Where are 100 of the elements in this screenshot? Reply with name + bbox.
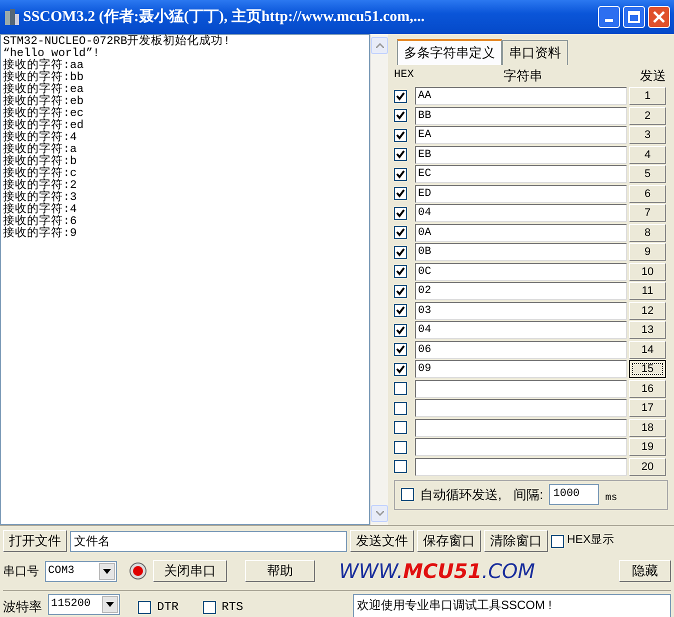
filename-field[interactable]: 文件名: [70, 530, 347, 552]
send-button[interactable]: 4: [629, 146, 666, 164]
checkbox[interactable]: [551, 534, 564, 548]
string-field[interactable]: AA: [415, 87, 627, 106]
string-field[interactable]: 0C: [415, 262, 627, 281]
string-field[interactable]: ED: [415, 184, 627, 203]
checkbox[interactable]: [401, 488, 414, 501]
checkbox[interactable]: [394, 402, 407, 415]
send-button[interactable]: 1: [629, 87, 666, 106]
send-button[interactable]: 13: [629, 321, 666, 340]
caret-icon: [103, 568, 111, 574]
string-field[interactable]: [415, 438, 627, 456]
hide-button[interactable]: 隐藏: [619, 560, 671, 582]
string-field[interactable]: 04: [415, 204, 627, 222]
baud-label: 波特率: [3, 598, 42, 616]
string-field[interactable]: EC: [415, 165, 627, 184]
checkbox[interactable]: [138, 600, 151, 614]
string-field[interactable]: [415, 418, 627, 437]
string-field[interactable]: BB: [415, 106, 627, 125]
toolbar-button[interactable]: 清除窗口: [484, 530, 548, 552]
checkbox[interactable]: [394, 226, 407, 240]
send-button[interactable]: 9: [629, 243, 666, 262]
string-field[interactable]: 09: [415, 360, 627, 378]
message-box: 欢迎使用专业串口调试工具SSCOM !: [353, 594, 671, 617]
string-field[interactable]: [415, 399, 627, 418]
string-field[interactable]: [415, 458, 627, 476]
send-button[interactable]: 6: [629, 184, 666, 203]
website-logo: WWW.MCU51.COM: [339, 558, 536, 585]
send-button[interactable]: 18: [629, 418, 666, 437]
string-field[interactable]: 03: [415, 302, 627, 320]
toolbar-button[interactable]: 发送文件: [350, 530, 414, 552]
checkbox[interactable]: [394, 421, 407, 434]
string-field[interactable]: 0A: [415, 224, 627, 242]
interval-field[interactable]: 1000: [549, 484, 600, 505]
checkbox[interactable]: [394, 90, 407, 103]
port-dropdown[interactable]: COM3: [45, 560, 117, 582]
checkbox[interactable]: [394, 265, 407, 278]
send-button[interactable]: 7: [629, 204, 666, 222]
chevron-down-icon: [376, 511, 384, 516]
checkbox[interactable]: [394, 128, 407, 142]
maximize-icon: [628, 11, 640, 23]
string-field[interactable]: 04: [415, 321, 627, 340]
checkbox[interactable]: [394, 109, 407, 122]
string-field[interactable]: 02: [415, 282, 627, 300]
send-button[interactable]: 19: [629, 438, 666, 456]
send-button[interactable]: 8: [629, 224, 666, 242]
maximize-button[interactable]: [623, 6, 645, 28]
tab[interactable]: 串口资料: [502, 40, 568, 64]
send-button[interactable]: 15: [629, 360, 666, 378]
string-field[interactable]: 06: [415, 340, 627, 359]
close-icon: [653, 11, 665, 23]
checkbox-label: DTR: [157, 599, 179, 616]
column-header: HEX: [394, 68, 415, 84]
checkbox[interactable]: [394, 460, 407, 474]
send-button[interactable]: 12: [629, 302, 666, 320]
checkbox[interactable]: [394, 246, 407, 259]
send-button[interactable]: 3: [629, 126, 666, 144]
chevron-up-icon: [376, 43, 384, 48]
column-header: 字符串: [502, 66, 544, 85]
checkbox[interactable]: [394, 382, 407, 396]
checkbox[interactable]: [394, 206, 407, 220]
minimize-icon: [605, 19, 613, 22]
checkbox-label: HEX显示: [567, 533, 615, 548]
string-field[interactable]: [415, 380, 627, 398]
send-button[interactable]: 16: [629, 380, 666, 398]
checkbox[interactable]: [394, 168, 407, 181]
checkbox[interactable]: [394, 343, 407, 356]
send-button[interactable]: 10: [629, 262, 666, 281]
close-button[interactable]: [648, 6, 670, 28]
open-file-button[interactable]: 打开文件: [3, 530, 67, 552]
interval-label: 间隔:: [514, 486, 544, 504]
tab[interactable]: 多条字符串定义: [397, 39, 502, 64]
checkbox[interactable]: [394, 284, 407, 298]
checkbox[interactable]: [202, 600, 216, 614]
baud-dropdown[interactable]: 115200: [48, 594, 120, 615]
checkbox[interactable]: [394, 362, 407, 376]
checkbox[interactable]: [394, 187, 407, 200]
checkbox-label: 自动循环发送,: [420, 486, 502, 504]
send-button[interactable]: 11: [629, 282, 666, 300]
window-title: SSCOM3.2 (作者:聂小猛(丁丁), 主页http://www.mcu51.com,...: [23, 6, 426, 27]
close-port-button[interactable]: 关闭串口: [153, 560, 227, 582]
toolbar-button[interactable]: 保存窗口: [417, 530, 481, 552]
unit-label: ms: [605, 492, 618, 506]
column-header: 发送: [639, 66, 666, 85]
string-field[interactable]: EB: [415, 146, 627, 164]
send-button[interactable]: 14: [629, 340, 666, 359]
send-button[interactable]: 5: [629, 165, 666, 184]
checkbox[interactable]: [394, 148, 407, 162]
help-button[interactable]: 帮助: [245, 560, 315, 582]
port-label: 串口号: [3, 563, 39, 580]
string-field[interactable]: 0B: [415, 243, 627, 262]
checkbox[interactable]: [394, 324, 407, 337]
checkbox[interactable]: [394, 440, 407, 454]
minimize-button[interactable]: [598, 6, 620, 28]
string-field[interactable]: EA: [415, 126, 627, 144]
send-button[interactable]: 2: [629, 106, 666, 125]
send-button[interactable]: 20: [629, 458, 666, 476]
send-button[interactable]: 17: [629, 399, 666, 418]
receive-log: STM32-NUCLEO-072RB开发板初始化成功! “hello world”! 接收的字符:aa 接收的字符:bb 接收的字符:ea 接收的字符:eb 接收的字符:ec 接收的字符:ed 接收的字符:4 接收的字符:a 接收的字符:b 接收的字符:c 接收的字符:2 接收的字符:3 接收的字符:4 接收的字符:6 接收的字符:9: [0, 34, 370, 525]
checkbox[interactable]: [394, 304, 407, 318]
